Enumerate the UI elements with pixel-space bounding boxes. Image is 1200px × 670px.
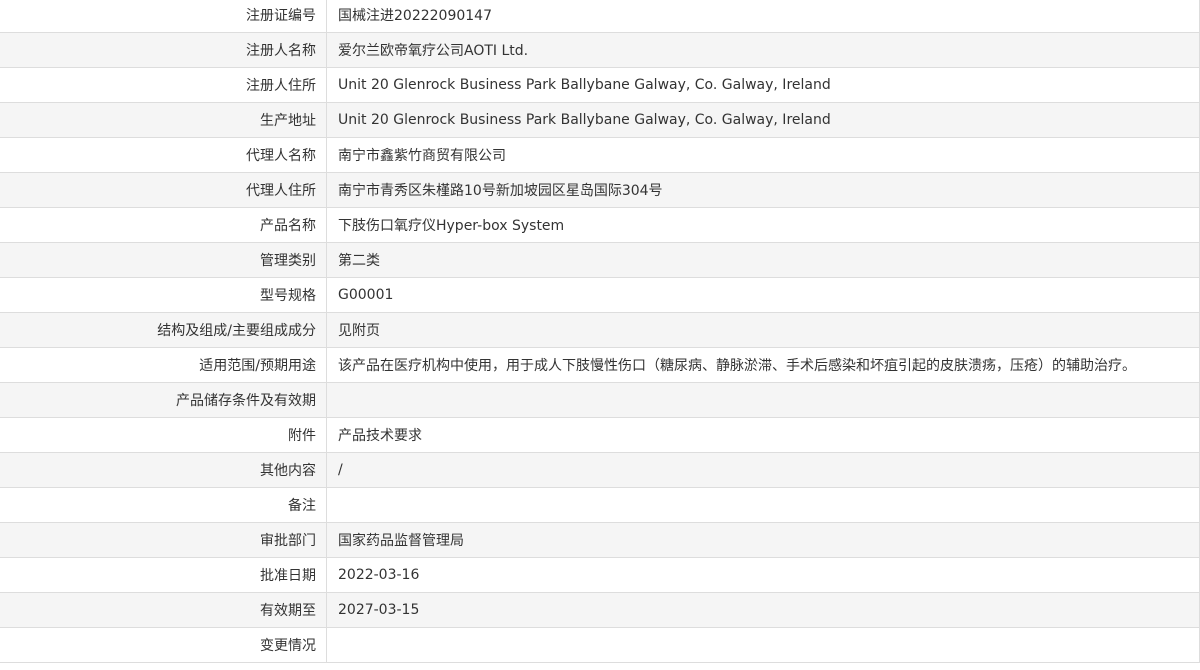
- field-label: 生产地址: [0, 102, 327, 138]
- field-value: [326, 487, 1200, 523]
- table-row: 适用范围/预期用途 该产品在医疗机构中使用，用于成人下肢慢性伤口（糖尿病、静脉淤…: [0, 347, 1200, 383]
- table-row: 注册人住所 Unit 20 Glenrock Business Park Bal…: [0, 67, 1200, 103]
- table-row: 其他内容 /: [0, 452, 1200, 488]
- field-label: 产品储存条件及有效期: [0, 382, 327, 418]
- field-label: 注册人住所: [0, 67, 327, 103]
- field-label: 型号规格: [0, 277, 327, 313]
- table-row: 附件 产品技术要求: [0, 417, 1200, 453]
- field-label: 附件: [0, 417, 327, 453]
- table-row: 审批部门 国家药品监督管理局: [0, 522, 1200, 558]
- field-value: 下肢伤口氧疗仪Hyper-box System: [326, 207, 1200, 243]
- table-row: 注册证编号 国械注进20222090147: [0, 0, 1200, 33]
- table-row: 批准日期 2022-03-16: [0, 557, 1200, 593]
- field-label: 备注: [0, 487, 327, 523]
- field-label: 产品名称: [0, 207, 327, 243]
- field-value: 国家药品监督管理局: [326, 522, 1200, 558]
- field-value: 南宁市鑫紫竹商贸有限公司: [326, 137, 1200, 173]
- table-row: 型号规格 G00001: [0, 277, 1200, 313]
- field-value: 产品技术要求: [326, 417, 1200, 453]
- field-label: 管理类别: [0, 242, 327, 278]
- table-row: 变更情况: [0, 627, 1200, 663]
- field-value: [326, 382, 1200, 418]
- field-label: 代理人住所: [0, 172, 327, 208]
- table-row: 代理人住所 南宁市青秀区朱槿路10号新加坡园区星岛国际304号: [0, 172, 1200, 208]
- field-value: 见附页: [326, 312, 1200, 348]
- field-value: 2022-03-16: [326, 557, 1200, 593]
- field-label: 审批部门: [0, 522, 327, 558]
- field-value: 2027-03-15: [326, 592, 1200, 628]
- field-label: 批准日期: [0, 557, 327, 593]
- table-row: 管理类别 第二类: [0, 242, 1200, 278]
- field-label: 变更情况: [0, 627, 327, 663]
- table-row: 有效期至 2027-03-15: [0, 592, 1200, 628]
- table-row: 产品名称 下肢伤口氧疗仪Hyper-box System: [0, 207, 1200, 243]
- field-label: 适用范围/预期用途: [0, 347, 327, 383]
- registration-record-table: 注册证编号 国械注进20222090147 注册人名称 爱尔兰欧帝氧疗公司AOT…: [0, 0, 1200, 663]
- field-value: [326, 627, 1200, 663]
- table-row: 生产地址 Unit 20 Glenrock Business Park Ball…: [0, 102, 1200, 138]
- table-row: 产品储存条件及有效期: [0, 382, 1200, 418]
- field-value: Unit 20 Glenrock Business Park Ballybane…: [326, 67, 1200, 103]
- field-value: 爱尔兰欧帝氧疗公司AOTI Ltd.: [326, 32, 1200, 68]
- table-row: 注册人名称 爱尔兰欧帝氧疗公司AOTI Ltd.: [0, 32, 1200, 68]
- field-label: 有效期至: [0, 592, 327, 628]
- field-value: Unit 20 Glenrock Business Park Ballybane…: [326, 102, 1200, 138]
- field-label: 注册人名称: [0, 32, 327, 68]
- field-value: G00001: [326, 277, 1200, 313]
- table-row: 备注: [0, 487, 1200, 523]
- field-label: 其他内容: [0, 452, 327, 488]
- table-row: 结构及组成/主要组成成分 见附页: [0, 312, 1200, 348]
- field-label: 注册证编号: [0, 0, 327, 33]
- field-value: /: [326, 452, 1200, 488]
- field-label: 结构及组成/主要组成成分: [0, 312, 327, 348]
- field-label: 代理人名称: [0, 137, 327, 173]
- field-value: 国械注进20222090147: [326, 0, 1200, 33]
- table-row: 代理人名称 南宁市鑫紫竹商贸有限公司: [0, 137, 1200, 173]
- field-value: 第二类: [326, 242, 1200, 278]
- field-value: 该产品在医疗机构中使用，用于成人下肢慢性伤口（糖尿病、静脉淤滞、手术后感染和坏疽…: [326, 347, 1200, 383]
- field-value: 南宁市青秀区朱槿路10号新加坡园区星岛国际304号: [326, 172, 1200, 208]
